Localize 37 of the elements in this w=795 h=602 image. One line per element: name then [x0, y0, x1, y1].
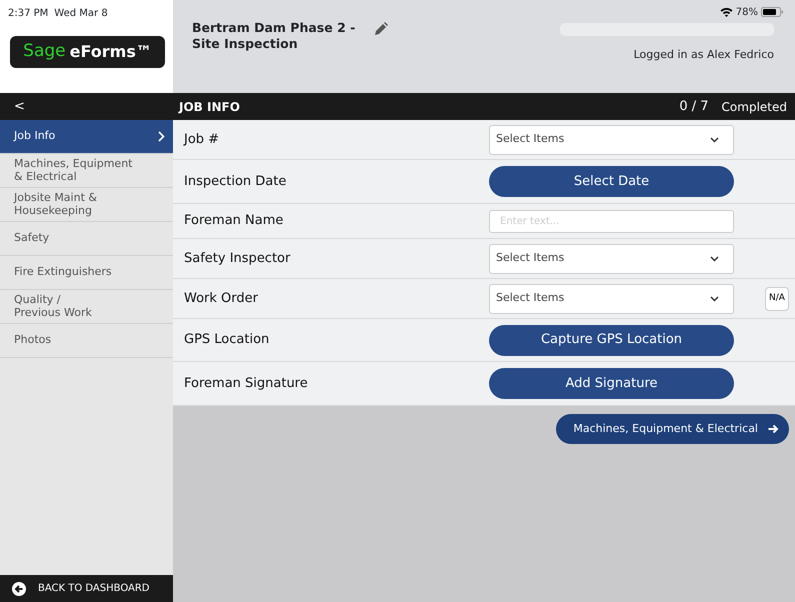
action-button[interactable]: Capture GPS Location	[489, 324, 734, 356]
select-dropdown[interactable]: Select Items	[489, 124, 734, 154]
chevron-down-icon	[710, 256, 719, 262]
action-button[interactable]: Select Date	[489, 166, 734, 197]
wifi-icon	[720, 7, 733, 17]
battery-percent: 78%	[736, 6, 758, 20]
battery-icon	[761, 7, 783, 17]
field-label: Safety Inspector	[184, 250, 292, 268]
logo-product-text: eForms™	[70, 41, 152, 63]
back-button[interactable]: <	[0, 96, 173, 116]
chevron-right-icon	[158, 131, 165, 142]
back-arrow-icon	[12, 582, 26, 596]
chevron-down-icon	[710, 136, 719, 142]
field-label: Inspection Date	[184, 172, 288, 191]
field-label: GPS Location	[184, 331, 270, 350]
logo-brand-text: Sage	[23, 40, 66, 64]
chevron-down-icon	[710, 296, 719, 302]
field-label: Job #	[184, 130, 220, 149]
sidebar-item[interactable]: Job Info	[0, 120, 173, 154]
na-button[interactable]: N/A	[765, 286, 789, 310]
form-title: Bertram Dam Phase 2 - Site Inspection	[192, 20, 356, 52]
back-to-dashboard-button[interactable]: BACK TO DASHBOARD	[0, 575, 173, 602]
select-dropdown[interactable]: Select Items	[489, 244, 734, 274]
progress-count: 0 / 7	[679, 98, 709, 116]
status-time: 2:37 PM	[8, 7, 48, 21]
select-dropdown[interactable]: Select Items	[489, 284, 734, 314]
action-button[interactable]: Add Signature	[489, 368, 734, 399]
section-title: JOB INFO	[177, 98, 240, 116]
logged-in-text: Logged in as Alex Fedrico	[634, 47, 774, 63]
field-label: Foreman Signature	[184, 374, 309, 393]
progress-status: Completed	[722, 98, 787, 116]
pencil-icon[interactable]	[374, 22, 388, 36]
next-section-button[interactable]: Machines, Equipment & Electrical	[556, 414, 789, 444]
arrow-right-icon	[768, 424, 779, 434]
field-label: Work Order	[184, 290, 259, 308]
field-label: Foreman Name	[184, 212, 284, 230]
status-date: Wed Mar 8	[54, 7, 108, 21]
